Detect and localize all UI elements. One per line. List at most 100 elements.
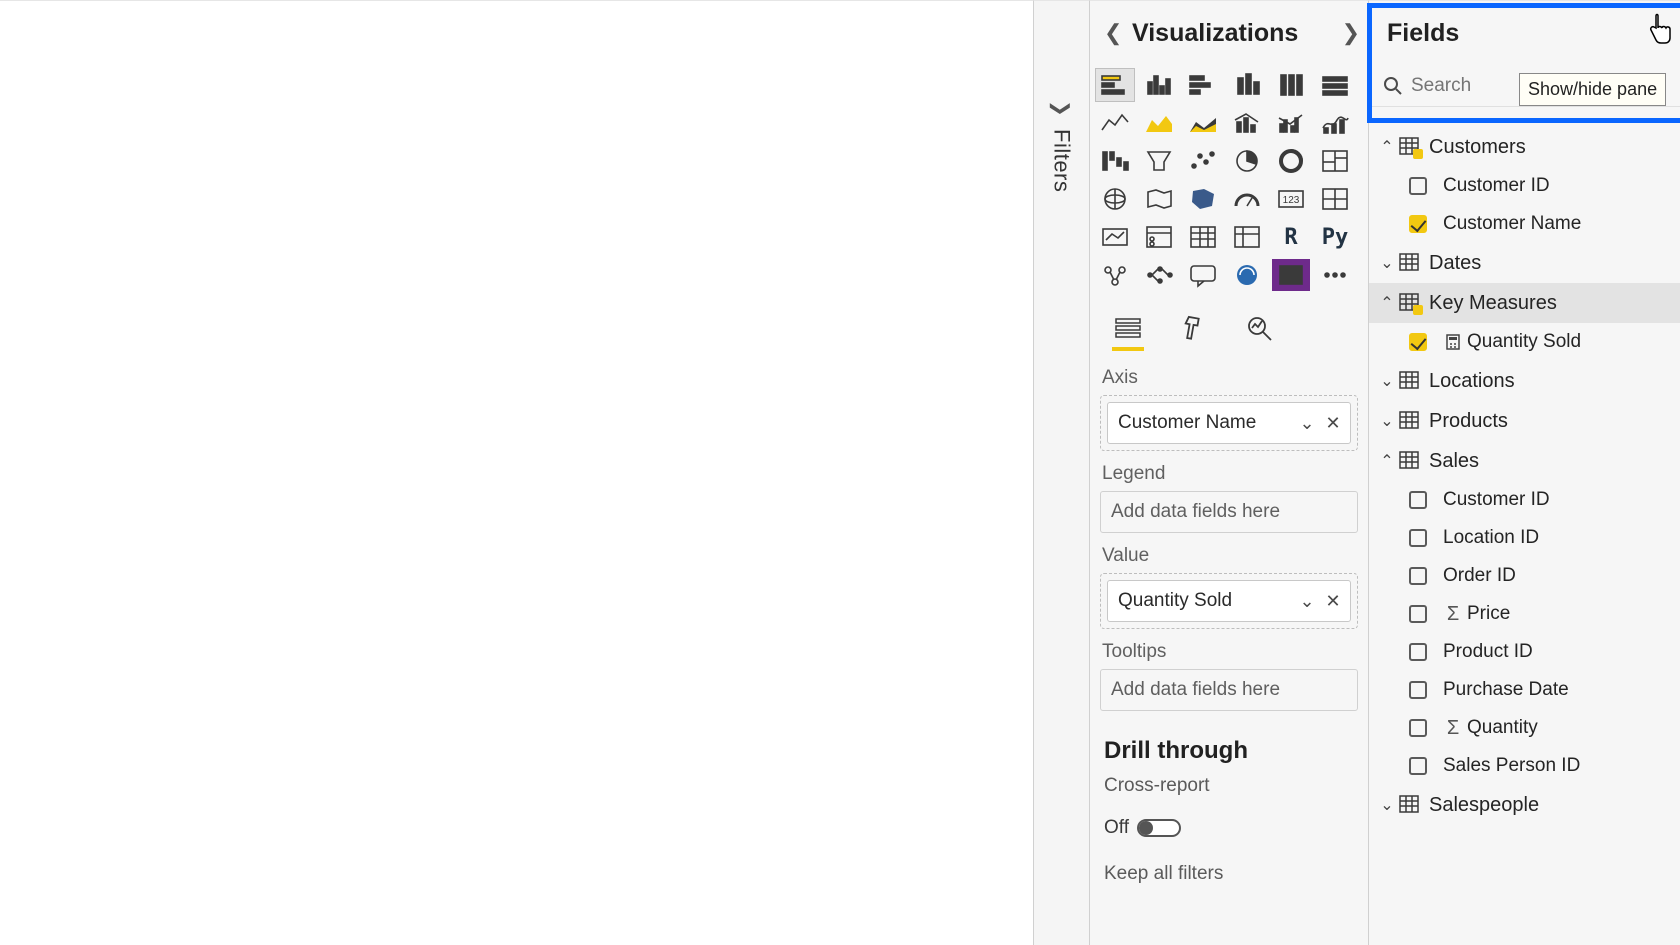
- axis-field-remove[interactable]: ✕: [1320, 413, 1346, 434]
- viz-powerapps-icon[interactable]: [1272, 259, 1310, 291]
- viz-filled-map-icon[interactable]: [1140, 183, 1178, 215]
- field-customer-name[interactable]: Customer Name: [1369, 205, 1680, 243]
- field-checkbox[interactable]: [1409, 215, 1427, 233]
- fields-title: Fields: [1387, 19, 1646, 48]
- viz-py-icon[interactable]: Py: [1316, 221, 1354, 253]
- report-canvas[interactable]: [0, 0, 1033, 945]
- table-sales[interactable]: ⌃Sales: [1369, 441, 1680, 481]
- toggle-state: Off: [1104, 817, 1129, 839]
- field-order-id[interactable]: Order ID: [1369, 557, 1680, 595]
- viz-multi-card-icon[interactable]: [1316, 183, 1354, 215]
- viz-line-icon[interactable]: [1096, 107, 1134, 139]
- field-sales-person-id[interactable]: Sales Person ID: [1369, 747, 1680, 785]
- value-well[interactable]: Quantity Sold ⌄ ✕: [1100, 573, 1358, 629]
- axis-well[interactable]: Customer Name ⌄ ✕: [1100, 395, 1358, 451]
- field-customer-id[interactable]: Customer ID: [1369, 167, 1680, 205]
- field-checkbox[interactable]: [1409, 719, 1427, 737]
- axis-field-menu[interactable]: ⌄: [1294, 413, 1320, 434]
- show-hide-pane-button[interactable]: [1646, 13, 1674, 53]
- viz-donut-icon[interactable]: [1272, 145, 1310, 177]
- viz-line-clustered-icon[interactable]: [1272, 107, 1310, 139]
- field-label: Sales Person ID: [1443, 755, 1580, 777]
- viz-decomposition-icon[interactable]: [1140, 259, 1178, 291]
- viz-paginated-icon[interactable]: [1228, 259, 1266, 291]
- format-tab[interactable]: [1176, 311, 1212, 345]
- viz-stacked-column-icon[interactable]: [1228, 69, 1266, 101]
- fields-panel: Fields Show/hide pane ⌃CustomersCustomer…: [1368, 0, 1680, 945]
- field-label: Product ID: [1443, 641, 1533, 663]
- table-key-measures[interactable]: ⌃Key Measures: [1369, 283, 1680, 323]
- viz-area-icon[interactable]: [1140, 107, 1178, 139]
- viz-stacked-100-bar-icon[interactable]: [1316, 69, 1354, 101]
- cursor-pointer-icon: [1646, 13, 1672, 45]
- viz-r-icon[interactable]: R: [1272, 221, 1310, 253]
- viz-ribbon-icon[interactable]: [1316, 107, 1354, 139]
- field-checkbox[interactable]: [1409, 567, 1427, 585]
- viz-slicer-icon[interactable]: [1140, 221, 1178, 253]
- viz-treemap-icon[interactable]: [1316, 145, 1354, 177]
- sigma-icon: Σ: [1443, 603, 1463, 626]
- field-checkbox[interactable]: [1409, 605, 1427, 623]
- analytics-tab[interactable]: [1242, 311, 1278, 345]
- value-field-menu[interactable]: ⌄: [1294, 591, 1320, 612]
- filters-pane-collapsed[interactable]: ❮ Filters: [1033, 0, 1089, 945]
- viz-matrix-icon[interactable]: [1228, 221, 1266, 253]
- tooltips-well[interactable]: Add data fields here: [1100, 669, 1358, 711]
- viz-clustered-column-icon[interactable]: [1140, 69, 1178, 101]
- visualizations-title: Visualizations: [1132, 19, 1332, 48]
- field-label: Customer ID: [1443, 489, 1550, 511]
- field-checkbox[interactable]: [1409, 333, 1427, 351]
- viz-back-chevron-icon[interactable]: ❮: [1104, 20, 1132, 46]
- legend-well[interactable]: Add data fields here: [1100, 491, 1358, 533]
- chevron-left-icon: ❮: [1046, 100, 1071, 117]
- field-checkbox[interactable]: [1409, 681, 1427, 699]
- field-purchase-date[interactable]: Purchase Date: [1369, 671, 1680, 709]
- viz-shape-map-icon[interactable]: [1184, 183, 1222, 215]
- viz-table-icon[interactable]: [1184, 221, 1222, 253]
- viz-stacked-area-icon[interactable]: [1184, 107, 1222, 139]
- table-dates[interactable]: ⌄Dates: [1369, 243, 1680, 283]
- viz-qa-icon[interactable]: [1184, 259, 1222, 291]
- table-icon: [1399, 253, 1421, 273]
- viz-clustered-bar-icon[interactable]: [1184, 69, 1222, 101]
- viz-scatter-icon[interactable]: [1184, 145, 1222, 177]
- field-location-id[interactable]: Location ID: [1369, 519, 1680, 557]
- cross-report-label: Cross-report: [1104, 775, 1210, 797]
- search-input[interactable]: [1411, 75, 1503, 97]
- field-product-id[interactable]: Product ID: [1369, 633, 1680, 671]
- table-salespeople[interactable]: ⌄Salespeople: [1369, 785, 1680, 825]
- field-checkbox[interactable]: [1409, 177, 1427, 195]
- viz-line-column-icon[interactable]: [1228, 107, 1266, 139]
- value-field-remove[interactable]: ✕: [1320, 591, 1346, 612]
- viz-funnel-icon[interactable]: [1140, 145, 1178, 177]
- viz-gauge-icon[interactable]: [1228, 183, 1266, 215]
- field-checkbox[interactable]: [1409, 643, 1427, 661]
- field-quantity-sold[interactable]: Quantity Sold: [1369, 323, 1680, 361]
- viz-map-icon[interactable]: [1096, 183, 1134, 215]
- field-checkbox[interactable]: [1409, 757, 1427, 775]
- visual-picker-grid: 123 RPy: [1090, 65, 1368, 291]
- chevron-up-icon: ⌃: [1375, 137, 1399, 157]
- table-icon: [1399, 293, 1421, 313]
- viz-key-influencers-icon[interactable]: [1096, 259, 1134, 291]
- field-customer-id[interactable]: Customer ID: [1369, 481, 1680, 519]
- viz-expand-chevron-icon[interactable]: ❯: [1332, 20, 1360, 46]
- field-label: Price: [1467, 603, 1510, 625]
- viz-kpi-icon[interactable]: [1096, 221, 1134, 253]
- viz-pie-icon[interactable]: [1228, 145, 1266, 177]
- viz-more-icon[interactable]: [1316, 259, 1354, 291]
- table-customers[interactable]: ⌃Customers: [1369, 127, 1680, 167]
- table-products[interactable]: ⌄Products: [1369, 401, 1680, 441]
- field-price[interactable]: ΣPrice: [1369, 595, 1680, 633]
- field-quantity[interactable]: ΣQuantity: [1369, 709, 1680, 747]
- field-checkbox[interactable]: [1409, 491, 1427, 509]
- cross-report-toggle[interactable]: Off: [1104, 817, 1181, 839]
- field-checkbox[interactable]: [1409, 529, 1427, 547]
- field-label: Customer Name: [1443, 213, 1581, 235]
- viz-waterfall-icon[interactable]: [1096, 145, 1134, 177]
- viz-card-icon[interactable]: 123: [1272, 183, 1310, 215]
- fields-tab[interactable]: [1110, 311, 1146, 345]
- viz-stacked-bar-icon[interactable]: [1096, 69, 1134, 101]
- table-locations[interactable]: ⌄Locations: [1369, 361, 1680, 401]
- viz-stacked-100-column-icon[interactable]: [1272, 69, 1310, 101]
